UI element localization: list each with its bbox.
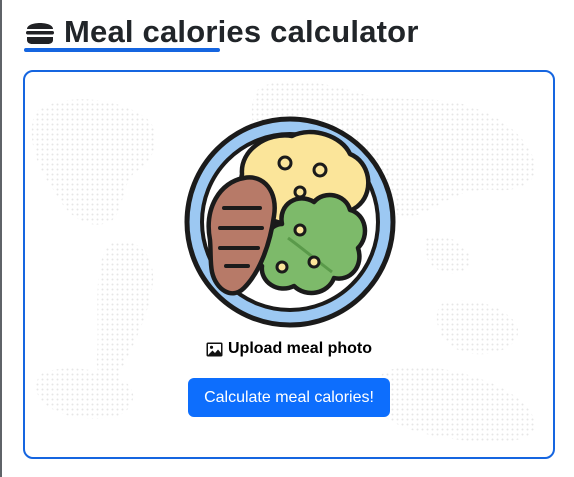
burger-icon: [26, 23, 54, 44]
upload-card: Upload meal photo Calculate meal calorie…: [23, 70, 555, 459]
window-edge: [0, 0, 2, 477]
page: Meal calories calculator Upload meal pho…: [0, 0, 574, 477]
title-underline: [24, 48, 220, 52]
meal-plate-illustration: [184, 116, 396, 328]
calculate-calories-button[interactable]: Calculate meal calories!: [188, 378, 390, 417]
upload-meal-photo[interactable]: Upload meal photo: [25, 340, 553, 358]
image-icon: [206, 342, 223, 356]
upload-label: Upload meal photo: [228, 340, 372, 357]
page-title: Meal calories calculator: [64, 14, 419, 49]
